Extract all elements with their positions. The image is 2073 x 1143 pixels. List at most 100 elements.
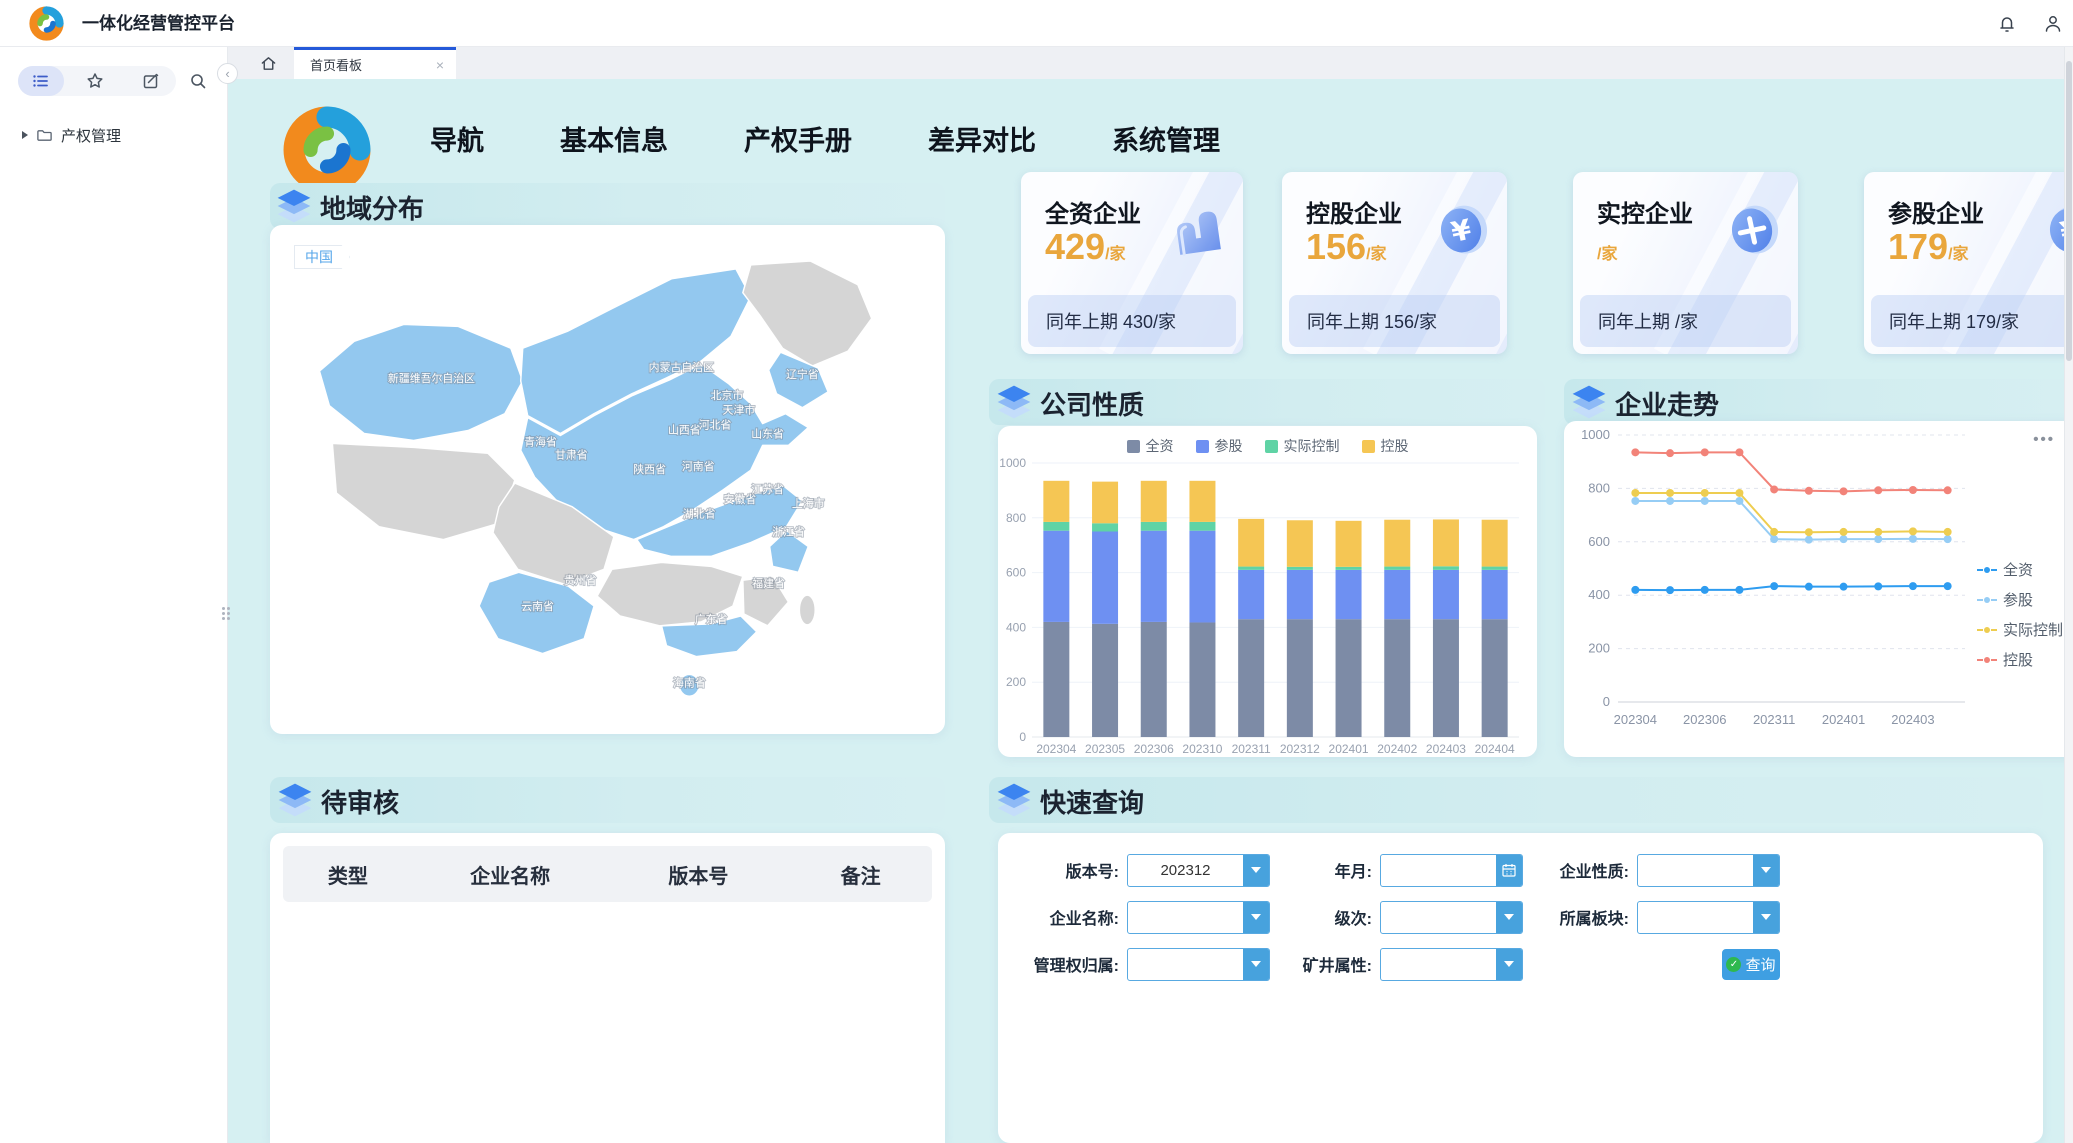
date-input[interactable] <box>1380 854 1523 887</box>
bar-segment[interactable] <box>1482 570 1508 619</box>
query-form-field: 年月: <box>1270 853 1523 887</box>
legend-item[interactable]: 参股 <box>1977 589 2063 610</box>
stat-card[interactable]: 参股企业179/家¥同年上期 179/家 <box>1864 172 2073 354</box>
nav-item[interactable]: 差异对比 <box>928 119 1036 158</box>
select-input[interactable] <box>1127 901 1270 934</box>
nav-item[interactable]: 导航 <box>430 119 484 158</box>
select-input[interactable] <box>1637 901 1780 934</box>
sidebar-item-property-management[interactable]: 产权管理 <box>22 125 121 145</box>
stat-card[interactable]: 控股企业156/家¥同年上期 156/家 <box>1282 172 1507 354</box>
bar-segment[interactable] <box>1336 619 1362 737</box>
ellipsis-icon[interactable]: ••• <box>2033 431 2055 448</box>
legend-item[interactable]: 控股 <box>1977 649 2063 670</box>
nav-item[interactable]: 基本信息 <box>560 119 668 158</box>
bar-segment[interactable] <box>1189 531 1215 623</box>
bar-segment[interactable] <box>1141 622 1167 737</box>
bar-segment[interactable] <box>1433 570 1459 619</box>
trend-line[interactable] <box>1635 452 1947 491</box>
edit-icon[interactable] <box>142 72 160 90</box>
bar-segment[interactable] <box>1092 532 1118 624</box>
chevron-down-icon[interactable] <box>1753 902 1779 933</box>
drag-handle[interactable] <box>222 607 233 620</box>
select-input[interactable] <box>1637 854 1780 887</box>
bar-segment[interactable] <box>1287 520 1313 567</box>
china-map[interactable]: 新疆维吾尔自治区内蒙古自治区辽宁省北京市天津市山西省河北省山东省青海省甘肃省陕西… <box>278 257 936 723</box>
bar-segment[interactable] <box>1141 481 1167 522</box>
home-tab-button[interactable] <box>248 47 288 79</box>
bar-segment[interactable] <box>1482 567 1508 570</box>
legend-item[interactable]: 全资 <box>1127 436 1174 456</box>
bar-segment[interactable] <box>1189 481 1215 522</box>
bar-segment[interactable] <box>1238 619 1264 737</box>
bar-segment[interactable] <box>1043 622 1069 737</box>
chevron-down-icon[interactable] <box>1243 902 1269 933</box>
bar-segment[interactable] <box>1238 567 1264 570</box>
bar-segment[interactable] <box>1141 531 1167 622</box>
bar-segment[interactable] <box>1043 481 1069 522</box>
svg-text:400: 400 <box>1588 587 1610 602</box>
select-input[interactable]: 202312 <box>1127 854 1270 887</box>
bar-segment[interactable] <box>1433 619 1459 737</box>
chevron-down-icon[interactable] <box>1243 855 1269 886</box>
user-icon[interactable] <box>2043 14 2063 34</box>
scrollbar-thumb[interactable] <box>2066 61 2072 361</box>
bar-segment[interactable] <box>1336 567 1362 570</box>
legend-item[interactable]: 全资 <box>1977 559 2063 580</box>
bar-segment[interactable] <box>1092 624 1118 737</box>
legend-item[interactable]: 参股 <box>1196 436 1243 456</box>
bar-segment[interactable] <box>1238 570 1264 619</box>
chevron-down-icon[interactable] <box>1496 902 1522 933</box>
bar-chart[interactable]: 0200400600800100020230420230520230620231… <box>998 426 1537 757</box>
bell-icon[interactable] <box>1997 14 2017 34</box>
list-icon[interactable] <box>32 72 50 90</box>
bar-segment[interactable] <box>1482 520 1508 567</box>
trend-line[interactable] <box>1635 493 1947 532</box>
sidebar-collapse-button[interactable]: ‹ <box>217 63 238 84</box>
stat-card[interactable]: 实控企业/家同年上期 /家 <box>1573 172 1798 354</box>
bar-segment[interactable] <box>1141 522 1167 531</box>
bar-segment[interactable] <box>1384 570 1410 619</box>
select-input[interactable] <box>1380 901 1523 934</box>
bar-segment[interactable] <box>1336 521 1362 567</box>
bar-segment[interactable] <box>1043 522 1069 531</box>
bar-segment[interactable] <box>1092 523 1118 531</box>
select-input[interactable] <box>1380 948 1523 981</box>
chevron-down-icon[interactable] <box>1496 949 1522 980</box>
bar-segment[interactable] <box>1189 622 1215 737</box>
bar-segment[interactable] <box>1482 619 1508 737</box>
nav-item[interactable]: 系统管理 <box>1112 119 1220 158</box>
close-icon[interactable]: × <box>436 57 456 73</box>
bar-segment[interactable] <box>1238 519 1264 567</box>
search-button[interactable]: ✓查询 <box>1722 949 1780 980</box>
bar-segment[interactable] <box>1043 531 1069 622</box>
legend-item[interactable]: 实际控制 <box>1977 619 2063 640</box>
nav-item[interactable]: 产权手册 <box>744 119 852 158</box>
bar-segment[interactable] <box>1287 619 1313 737</box>
select-input[interactable] <box>1127 948 1270 981</box>
stat-card[interactable]: 全资企业429/家同年上期 430/家 <box>1021 172 1243 354</box>
trend-line[interactable] <box>1635 501 1947 540</box>
search-icon[interactable] <box>189 72 207 90</box>
bar-segment[interactable] <box>1287 567 1313 570</box>
province-shape[interactable] <box>332 443 514 539</box>
calendar-icon[interactable] <box>1496 855 1522 886</box>
trend-line[interactable] <box>1635 586 1947 590</box>
bar-segment[interactable] <box>1433 566 1459 570</box>
star-icon[interactable] <box>86 72 104 90</box>
bar-segment[interactable] <box>1092 482 1118 524</box>
chevron-down-icon[interactable] <box>1753 855 1779 886</box>
province-shape[interactable] <box>743 261 872 366</box>
bar-segment[interactable] <box>1287 570 1313 619</box>
bar-segment[interactable] <box>1433 519 1459 566</box>
caret-right-icon[interactable] <box>22 131 28 139</box>
bar-segment[interactable] <box>1384 619 1410 737</box>
legend-item[interactable]: 实际控制 <box>1265 436 1340 456</box>
bar-segment[interactable] <box>1384 520 1410 567</box>
bar-segment[interactable] <box>1336 570 1362 619</box>
tab-home-dashboard[interactable]: 首页看板 × <box>294 47 456 79</box>
bar-segment[interactable] <box>1384 567 1410 570</box>
bar-segment[interactable] <box>1189 522 1215 531</box>
province-shape[interactable] <box>799 595 815 625</box>
chevron-down-icon[interactable] <box>1243 949 1269 980</box>
legend-item[interactable]: 控股 <box>1362 436 1409 456</box>
